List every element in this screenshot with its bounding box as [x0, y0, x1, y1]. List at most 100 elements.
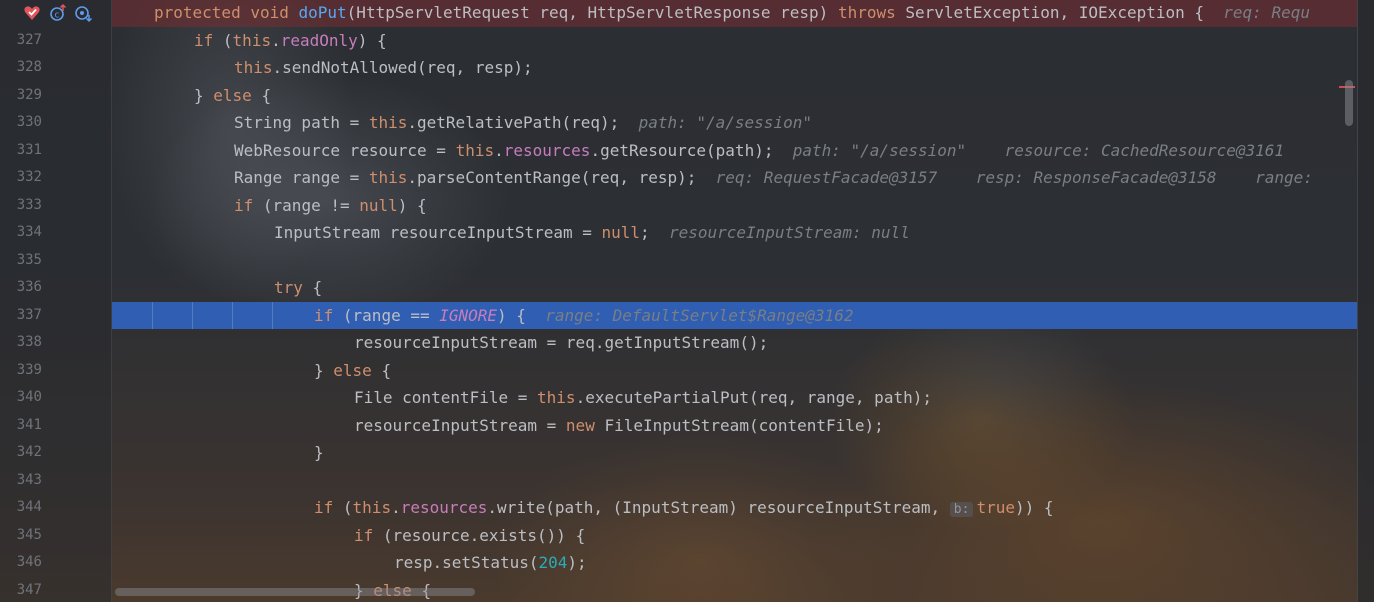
code-token: . [391, 498, 401, 517]
code-token: ) { [397, 195, 427, 215]
line-number: 342 [16, 444, 42, 460]
code-line[interactable]: 330 String path = this.getRelativePath(re… [0, 109, 1357, 137]
code-token: try [274, 278, 313, 297]
code-token: this [455, 140, 495, 160]
line-number: 346 [16, 554, 42, 570]
line-number: 336 [16, 279, 42, 295]
code-token: ) { [497, 305, 546, 325]
code-token: null [601, 223, 641, 242]
code-line[interactable]: 336 try { [0, 274, 1357, 302]
code-token: doPut [298, 3, 347, 22]
code-token: Range range = [234, 168, 369, 187]
code-token: if [314, 498, 343, 517]
vertical-scrollbar-thumb[interactable] [1345, 80, 1353, 126]
code-token: if [354, 525, 383, 545]
line-number: 334 [16, 224, 42, 240]
code-token: FileInputStream(contentFile); [604, 415, 884, 435]
code-line[interactable]: 327 if (this.readOnly) { [0, 27, 1357, 55]
inline-debug-value: path: "/a/session" resource: CachedResou… [792, 140, 1285, 160]
code-token: else [213, 85, 262, 105]
breakpoint-line[interactable]: protected void doPut(HttpServletRequest … [112, 0, 1357, 27]
code-line[interactable]: 343 [0, 467, 1357, 495]
line-number: 339 [16, 361, 42, 378]
code-token: resp.setStatus( [394, 553, 539, 572]
code-text: } [314, 439, 324, 467]
code-text: WebResource resource = this.resources.ge… [234, 137, 1284, 165]
line-number: 343 [16, 471, 42, 488]
code-token: .getRelativePath(req); [407, 113, 639, 132]
code-line[interactable]: 333 if (range != null) { [0, 192, 1357, 220]
indent-guide [272, 301, 273, 329]
code-line[interactable]: 344 if (this.resources.write(path, (Input… [0, 494, 1357, 522]
code-line[interactable]: 335 [0, 247, 1357, 275]
code-token: resources [503, 140, 591, 160]
code-text: File contentFile = this.executePartialPu… [354, 384, 932, 412]
code-token: WebResource resource = [234, 140, 456, 160]
code-token: { [381, 360, 392, 380]
code-token: } [314, 360, 334, 380]
code-text: resourceInputStream = new FileInputStrea… [354, 412, 884, 440]
code-token: protected void [154, 3, 299, 22]
line-number: 331 [16, 141, 42, 158]
code-token: . [494, 140, 504, 160]
code-token: (resource.exists()) { [382, 525, 586, 545]
code-text: if (range == IGNORE) { range: DefaultSer… [314, 302, 853, 330]
code-text: if (this.readOnly) { [194, 27, 387, 55]
code-token: )) { [1014, 498, 1054, 517]
code-text: try { [274, 274, 322, 302]
code-token: ( [222, 30, 233, 50]
step-into-icon[interactable] [74, 3, 94, 23]
code-token: throws [837, 3, 906, 22]
gutter-icons: c [22, 2, 94, 24]
code-line[interactable]: 331 WebResource resource = this.resources… [0, 137, 1357, 165]
line-number: 329 [16, 86, 42, 103]
indent-guide [232, 301, 233, 329]
code-text: } else { [194, 82, 271, 110]
code-token: else [333, 360, 382, 380]
line-number: 327 [16, 31, 42, 48]
code-line[interactable]: 338 resourceInputStream = req.getInputStr… [0, 329, 1357, 357]
code-token: String path = [234, 113, 369, 132]
code-line[interactable]: 342} [0, 439, 1357, 467]
code-text: this.sendNotAllowed(req, resp); [234, 54, 533, 82]
code-text: resourceInputStream = req.getInputStream… [354, 329, 768, 357]
code-token: resources [400, 498, 488, 517]
horizontal-scrollbar-thumb[interactable] [115, 588, 475, 596]
breakpoint-icon[interactable] [22, 3, 42, 23]
code-line[interactable]: 334 InputStream resourceInputStream = nul… [0, 219, 1357, 247]
code-line[interactable]: 329 } else { [0, 82, 1357, 110]
code-line[interactable]: 340 File contentFile = this.executePartia… [0, 384, 1357, 412]
indent-guide [192, 301, 193, 329]
code-token: (range == [342, 305, 440, 325]
code-line[interactable]: 328 this.sendNotAllowed(req, resp); [0, 54, 1357, 82]
editor-scrollbar-track[interactable] [1357, 0, 1374, 602]
code-line[interactable]: 346 resp.setStatus(204); [0, 549, 1357, 577]
line-number: 337 [16, 306, 42, 323]
code-line[interactable]: 339} else { [0, 357, 1357, 385]
code-token: .getResource(path); [590, 140, 793, 160]
code-line[interactable]: 345 if (resource.exists()) { [0, 522, 1357, 550]
code-token: if [314, 305, 343, 325]
parameter-hint: b: [949, 502, 974, 517]
code-token: 204 [538, 553, 568, 572]
code-token: (range != [262, 195, 360, 215]
code-token: this [368, 113, 408, 132]
line-number: 340 [16, 389, 42, 405]
code-text: if (this.resources.write(path, (InputStr… [314, 494, 1054, 522]
code-token: null [359, 195, 398, 215]
override-icon[interactable]: c [48, 3, 68, 23]
code-token: this [352, 498, 392, 517]
code-token: ) { [357, 30, 387, 50]
code-token: (HttpServletRequest req, HttpServletResp… [346, 3, 838, 22]
line-number: 345 [16, 526, 42, 543]
code-line[interactable]: 332 Range range = this.parseContentRange(… [0, 164, 1357, 192]
code-token: File contentFile = [354, 388, 538, 407]
code-line[interactable]: 341 resourceInputStream = new FileInputSt… [0, 412, 1357, 440]
code-token: ServletException, IOException { [905, 3, 1224, 22]
code-token: } [194, 85, 214, 105]
execution-line[interactable]: 337 if (range == IGNORE) { range: Default… [17, 301, 1357, 330]
indent-guide [152, 301, 153, 329]
line-number: 330 [16, 114, 42, 130]
code-token: } [314, 443, 324, 462]
line-number: 341 [16, 416, 42, 433]
